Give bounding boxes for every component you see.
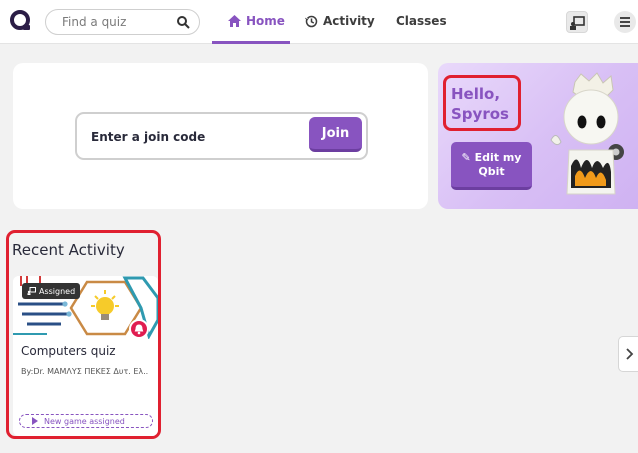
chevron-right-icon bbox=[626, 348, 634, 360]
menu-button[interactable] bbox=[614, 11, 636, 33]
tab-classes[interactable]: Classes bbox=[396, 14, 447, 28]
new-game-assigned-label: New game assigned bbox=[44, 416, 125, 426]
pencil-icon: ✎ bbox=[461, 150, 471, 164]
quiz-author: By:Dr. ΜΑΜΛΥΣ ΠΕΚΕΣ Δυτ. Ελ.. bbox=[21, 367, 149, 376]
tab-classes-label: Classes bbox=[396, 14, 447, 28]
top-navbar: Find a quiz Home Activity Classes bbox=[0, 0, 638, 44]
join-button[interactable]: Join bbox=[309, 117, 362, 152]
quizizz-logo-icon[interactable] bbox=[9, 9, 33, 33]
search-bar[interactable]: Find a quiz bbox=[45, 9, 200, 35]
tab-home[interactable]: Home bbox=[228, 14, 285, 28]
tab-activity-label: Activity bbox=[323, 14, 375, 28]
edit-qbit-label-line1: Edit my bbox=[474, 150, 522, 164]
recent-activity-heading: Recent Activity bbox=[12, 241, 125, 259]
new-game-assigned-pill[interactable]: New game assigned bbox=[19, 414, 153, 428]
active-tab-indicator bbox=[212, 41, 290, 44]
classroom-button[interactable] bbox=[566, 11, 588, 33]
play-icon bbox=[32, 417, 38, 425]
classroom-icon bbox=[27, 287, 36, 295]
search-input[interactable]: Find a quiz bbox=[62, 15, 126, 29]
search-icon[interactable] bbox=[176, 15, 190, 29]
carousel-next-button[interactable] bbox=[618, 336, 638, 372]
join-code-input[interactable] bbox=[82, 119, 301, 154]
bell-icon bbox=[134, 324, 144, 335]
notification-badge bbox=[129, 319, 149, 339]
assigned-badge: Assigned bbox=[22, 283, 81, 299]
hamburger-icon bbox=[620, 17, 630, 27]
edit-qbit-button[interactable]: ✎ Edit my Qbit bbox=[451, 142, 532, 190]
history-icon bbox=[305, 15, 318, 27]
edit-qbit-label-line2: Qbit bbox=[478, 164, 505, 178]
qbit-avatar bbox=[550, 72, 624, 195]
classroom-icon bbox=[570, 16, 585, 30]
tab-activity[interactable]: Activity bbox=[305, 14, 375, 28]
greeting-highlight-box bbox=[443, 75, 521, 131]
home-icon bbox=[228, 15, 241, 27]
assigned-badge-label: Assigned bbox=[39, 286, 76, 296]
tab-home-label: Home bbox=[246, 14, 285, 28]
quiz-title[interactable]: Computers quiz bbox=[21, 344, 116, 358]
